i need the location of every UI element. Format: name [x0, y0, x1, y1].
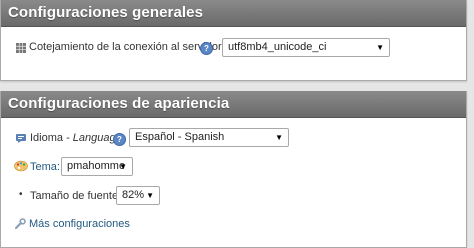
general-settings-title: Configuraciones generales — [1, 0, 466, 27]
wrench-icon — [14, 218, 26, 233]
theme-select[interactable]: pmahomme ▼ — [61, 157, 133, 176]
more-settings-row: Más configuraciones — [1, 216, 466, 234]
language-select-value: Español - Spanish — [135, 131, 225, 143]
help-icon[interactable]: ? — [113, 133, 126, 146]
chevron-down-icon: ▼ — [275, 133, 283, 142]
language-select[interactable]: Español - Spanish ▼ — [129, 128, 289, 147]
collation-row: Cotejamiento de la conexión al servidor … — [1, 38, 466, 60]
general-settings-panel: Configuraciones generales Cotejamiento d… — [0, 0, 467, 81]
collation-select-value: utf8mb4_unicode_ci — [228, 41, 327, 53]
font-size-select-value: 82% — [122, 189, 145, 201]
chevron-down-icon: ▼ — [119, 162, 127, 171]
theme-select-value: pmahomme — [67, 160, 126, 172]
appearance-settings-title: Configuraciones de apariencia — [1, 91, 466, 118]
font-size-select[interactable]: 82% ▼ — [116, 186, 160, 205]
language-icon — [15, 132, 27, 147]
language-row: Idioma - Language ? Español - Spanish ▼ — [1, 128, 466, 150]
palette-icon — [14, 160, 28, 175]
theme-row: Tema: pmahomme ▼ — [1, 157, 466, 179]
collation-select[interactable]: utf8mb4_unicode_ci ▼ — [222, 38, 390, 57]
grid-icon — [16, 43, 26, 56]
language-label: Idioma - Language — [30, 132, 122, 144]
theme-label: Tema: — [30, 161, 60, 173]
bullet-icon: • — [19, 189, 23, 200]
appearance-settings-panel: Configuraciones de apariencia Idioma - L… — [0, 91, 467, 248]
chevron-down-icon: ▼ — [376, 43, 384, 52]
more-settings-link[interactable]: Más configuraciones — [29, 218, 130, 230]
font-size-row: • Tamaño de fuente: 82% ▼ — [1, 186, 466, 208]
help-icon[interactable]: ? — [200, 42, 213, 55]
font-size-label: Tamaño de fuente: — [30, 190, 122, 202]
chevron-down-icon: ▼ — [146, 191, 154, 200]
collation-label: Cotejamiento de la conexión al servidor — [29, 41, 222, 53]
